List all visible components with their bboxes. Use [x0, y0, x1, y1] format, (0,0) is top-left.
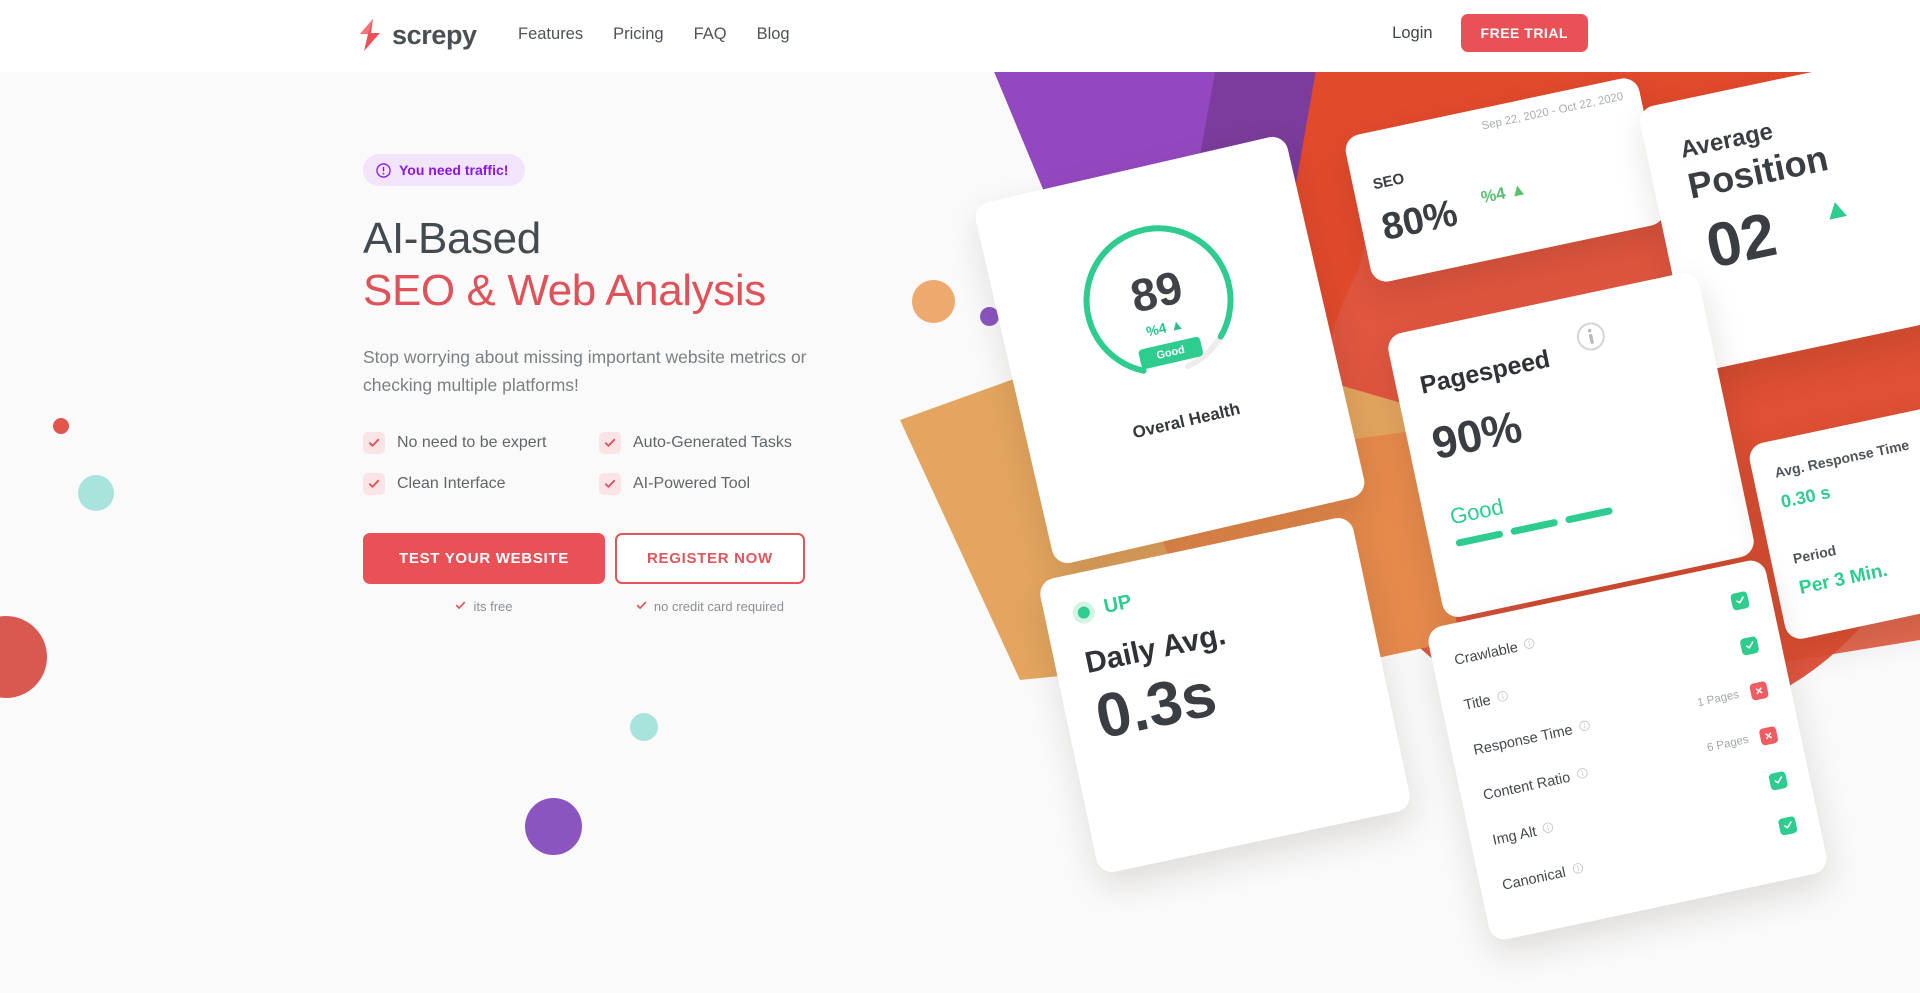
- info-icon[interactable]: [1571, 860, 1586, 880]
- nav-item-pricing[interactable]: Pricing: [613, 25, 663, 44]
- uptime-status: UP: [1070, 590, 1134, 626]
- check-icon: [363, 472, 385, 495]
- checklist-row-status: 6 Pages: [1705, 725, 1779, 756]
- brand-logo[interactable]: screpy: [357, 18, 477, 52]
- page-title: AI-Based SEO & Web Analysis: [363, 213, 963, 317]
- decor-dot-mint-small: [630, 713, 658, 741]
- checklist-row-status: [1718, 590, 1750, 613]
- checklist-item-label: Title: [1462, 692, 1493, 714]
- feature-label: AI-Powered Tool: [633, 474, 751, 492]
- decor-dot-red-small: [53, 418, 69, 434]
- checklist-row-status: [1766, 815, 1798, 838]
- check-mark-icon: [1729, 590, 1750, 611]
- traffic-badge: You need traffic!: [363, 154, 526, 186]
- feature-label: No need to be expert: [397, 433, 547, 451]
- info-icon[interactable]: [1541, 819, 1556, 839]
- header-actions: Login FREE TRIAL: [1392, 14, 1588, 52]
- test-your-website-button[interactable]: TEST YOUR WEBSITE: [363, 532, 605, 584]
- checklist-row-status: [1756, 770, 1789, 793]
- decor-dot-mint-medium: [78, 475, 114, 511]
- check-icon: [363, 431, 385, 454]
- status-dot-inner: [1076, 604, 1091, 620]
- screpy-bolt-icon: [357, 18, 383, 52]
- checklist-item-label: Content Ratio: [1481, 769, 1572, 804]
- primary-cta-note-label: its free: [473, 598, 513, 614]
- check-icon: [455, 599, 466, 614]
- check-mark-icon: [1768, 770, 1789, 791]
- check-icon: [636, 599, 647, 614]
- health-gauge: 89 %4 ▲ Good: [1058, 200, 1259, 401]
- secondary-cta-block: REGISTER NOW no credit card required: [614, 532, 805, 614]
- nav-item-blog[interactable]: Blog: [757, 25, 790, 44]
- period-value: Per 3 Min.: [1797, 559, 1890, 600]
- trend-up-arrow-icon: [1824, 198, 1851, 227]
- login-link[interactable]: Login: [1392, 24, 1432, 43]
- cta-row: TEST YOUR WEBSITE its free REGISTER NOW: [363, 532, 963, 614]
- checklist-pages-count: 6 Pages: [1705, 733, 1750, 755]
- avg-response-time-value: 0.30 s: [1779, 481, 1833, 512]
- decor-dot-purple-large: [525, 798, 582, 855]
- uptime-status-label: UP: [1101, 590, 1134, 618]
- seo-score: 80%: [1378, 192, 1462, 250]
- primary-cta-block: TEST YOUR WEBSITE its free: [363, 532, 605, 614]
- info-icon[interactable]: [1496, 688, 1511, 708]
- checklist-pages-count: 1 Pages: [1696, 688, 1741, 710]
- seo-card-title: SEO: [1371, 170, 1406, 194]
- feature-item-ai-powered: AI-Powered Tool: [599, 472, 963, 495]
- average-position-value: 02: [1700, 199, 1783, 282]
- register-now-button[interactable]: REGISTER NOW: [614, 532, 805, 584]
- daily-average-value: 0.3s: [1089, 659, 1223, 753]
- status-dot-icon: [1070, 599, 1097, 626]
- feature-item-no-expert: No need to be expert: [363, 431, 599, 454]
- pagespeed-title: Pagespeed: [1417, 344, 1553, 400]
- nav-item-features[interactable]: Features: [518, 25, 583, 44]
- headline-line-2: SEO & Web Analysis: [363, 265, 766, 315]
- pagespeed-bar: [1564, 506, 1614, 524]
- period-label: Period: [1791, 542, 1838, 567]
- hero-content: You need traffic! AI-Based SEO & Web Ana…: [363, 154, 963, 614]
- overall-health-label: Overal Health: [1130, 399, 1242, 443]
- landing-page: screpy Features Pricing FAQ Blog Login F…: [0, 0, 1920, 993]
- feature-item-auto-tasks: Auto-Generated Tasks: [599, 431, 963, 454]
- checklist-item-label: Response Time: [1472, 722, 1575, 759]
- checklist-row-status: 1 Pages: [1696, 680, 1770, 711]
- main-nav: Features Pricing FAQ Blog: [518, 25, 790, 44]
- secondary-cta-note-label: no credit card required: [653, 598, 784, 614]
- info-icon[interactable]: [1573, 319, 1610, 359]
- check-mark-icon: [1739, 635, 1760, 656]
- free-trial-button[interactable]: FREE TRIAL: [1460, 14, 1588, 52]
- pagespeed-status: Good: [1447, 493, 1506, 530]
- info-icon[interactable]: [1575, 765, 1590, 785]
- headline-line-1: AI-Based: [363, 214, 541, 263]
- nav-item-faq[interactable]: FAQ: [694, 25, 727, 44]
- feature-label: Auto-Generated Tasks: [633, 433, 792, 451]
- seo-delta: %4 ▲: [1479, 178, 1529, 208]
- checklist-item-label: Canonical: [1500, 864, 1568, 894]
- check-mark-icon: [1777, 815, 1798, 836]
- checklist-row-status: [1728, 635, 1760, 658]
- cross-mark-icon: [1758, 725, 1779, 746]
- alert-circle-icon: [376, 162, 391, 178]
- decor-dot-red-large: [0, 616, 47, 698]
- traffic-badge-label: You need traffic!: [399, 162, 509, 178]
- checklist-item-label: Crawlable: [1453, 639, 1520, 669]
- cross-mark-icon: [1748, 680, 1770, 701]
- feature-list: No need to be expert Auto-Generated Task…: [363, 431, 963, 495]
- secondary-cta-note: no credit card required: [636, 599, 784, 614]
- check-icon: [599, 431, 621, 454]
- pagespeed-score: 90%: [1427, 400, 1527, 470]
- info-icon[interactable]: [1577, 717, 1592, 737]
- feature-label: Clean Interface: [397, 474, 506, 492]
- pagespeed-bar: [1510, 518, 1559, 536]
- primary-cta-note: its free: [455, 598, 513, 614]
- hero-subtext: Stop worrying about missing important we…: [363, 346, 807, 396]
- avg-response-time-label: Avg. Response Time: [1773, 436, 1911, 481]
- info-icon[interactable]: [1523, 635, 1538, 655]
- check-icon: [599, 472, 621, 495]
- brand-name: screpy: [392, 19, 477, 50]
- checklist-item-label: Img Alt: [1491, 823, 1538, 849]
- site-header: screpy Features Pricing FAQ Blog Login F…: [0, 0, 1920, 72]
- pagespeed-bar: [1455, 530, 1504, 547]
- feature-item-clean-interface: Clean Interface: [363, 472, 599, 495]
